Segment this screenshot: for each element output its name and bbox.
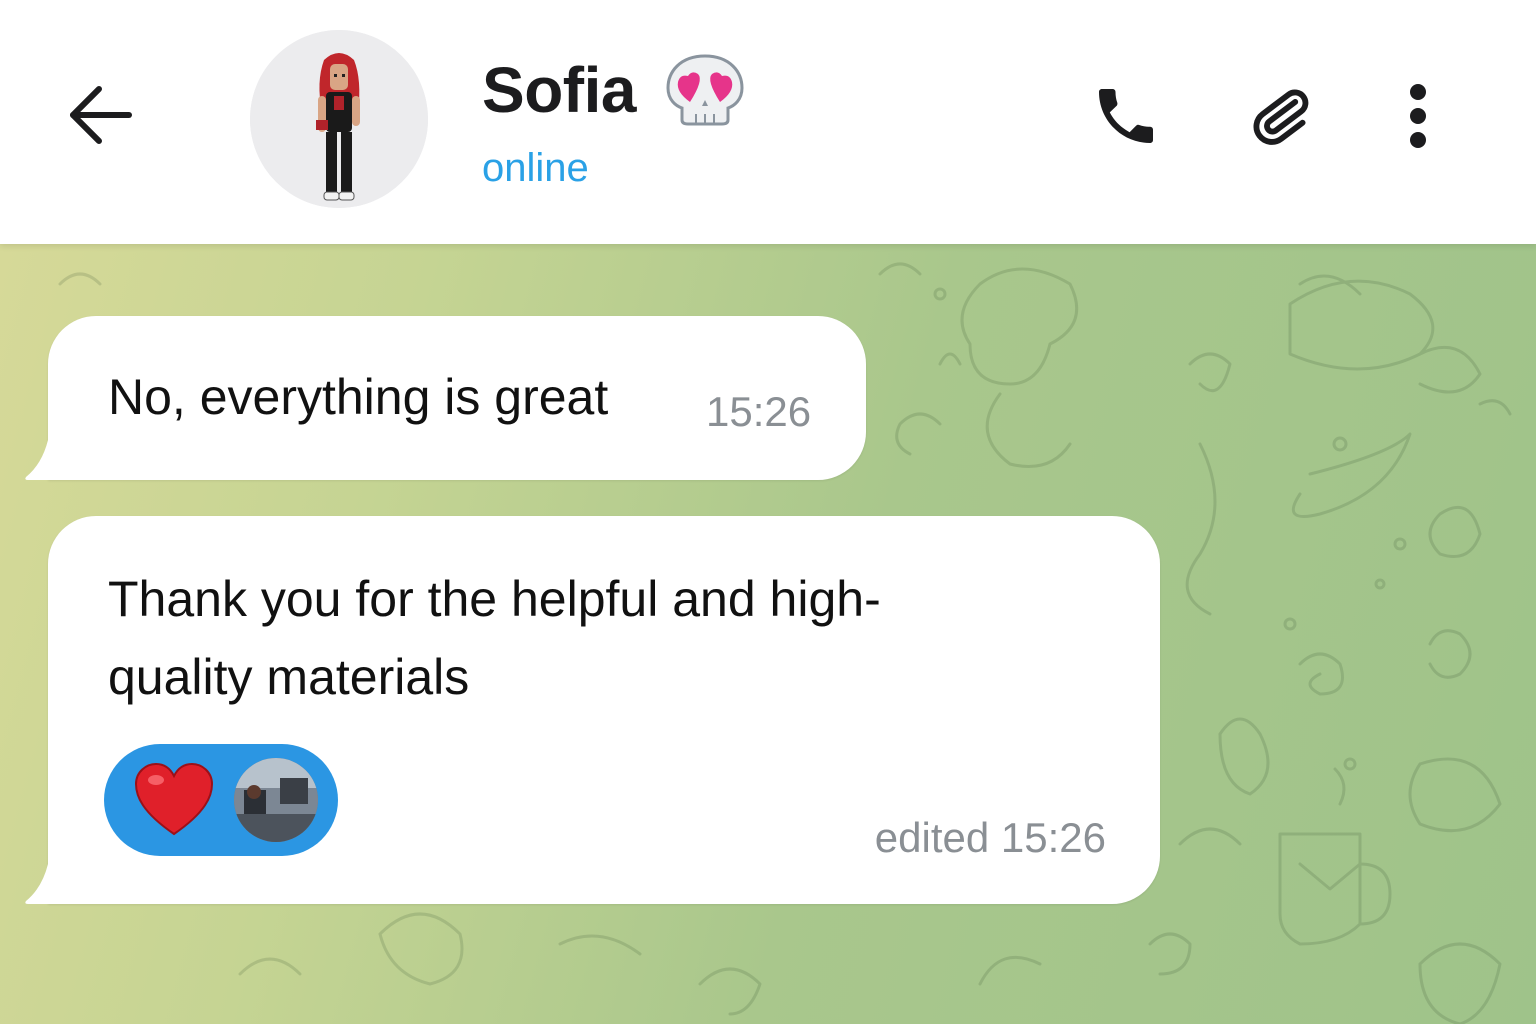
message-time: 15:26: [706, 388, 812, 435]
avatar-character-image: [250, 30, 428, 208]
reactor-avatar: [234, 758, 318, 842]
heart-emoji-icon: [134, 762, 214, 836]
contact-avatar[interactable]: [250, 30, 428, 208]
phone-icon: [1099, 89, 1153, 143]
arrow-left-icon: [70, 86, 132, 144]
chat-header: Sofia online: [0, 0, 1536, 244]
skull-heart-eyes-emoji-icon: [662, 52, 748, 128]
contact-status: online: [482, 146, 589, 190]
bubble-tail: [25, 864, 48, 904]
bubble-tail: [25, 440, 48, 480]
contact-name: Sofia: [482, 54, 636, 126]
contact-name-row[interactable]: Sofia: [482, 50, 748, 130]
attach-button[interactable]: [1240, 76, 1320, 156]
message-text: Thank you for the helpful and high-quali…: [108, 571, 881, 705]
message-text: No, everything is great: [108, 369, 609, 425]
paperclip-icon: [1253, 89, 1309, 145]
call-button[interactable]: [1086, 76, 1166, 156]
chat-screen: Sofia online No, everything is great 15:…: [0, 0, 1536, 1024]
vertical-dots-icon: [1410, 84, 1426, 148]
message-time: edited 15:26: [874, 814, 1106, 861]
message-bubble[interactable]: No, everything is great 15:26: [25, 316, 866, 480]
back-button[interactable]: [62, 80, 138, 150]
more-options-button[interactable]: [1378, 76, 1458, 156]
reaction-chip[interactable]: [104, 744, 338, 856]
message-bubble[interactable]: Thank you for the helpful and high-quali…: [25, 516, 1160, 904]
